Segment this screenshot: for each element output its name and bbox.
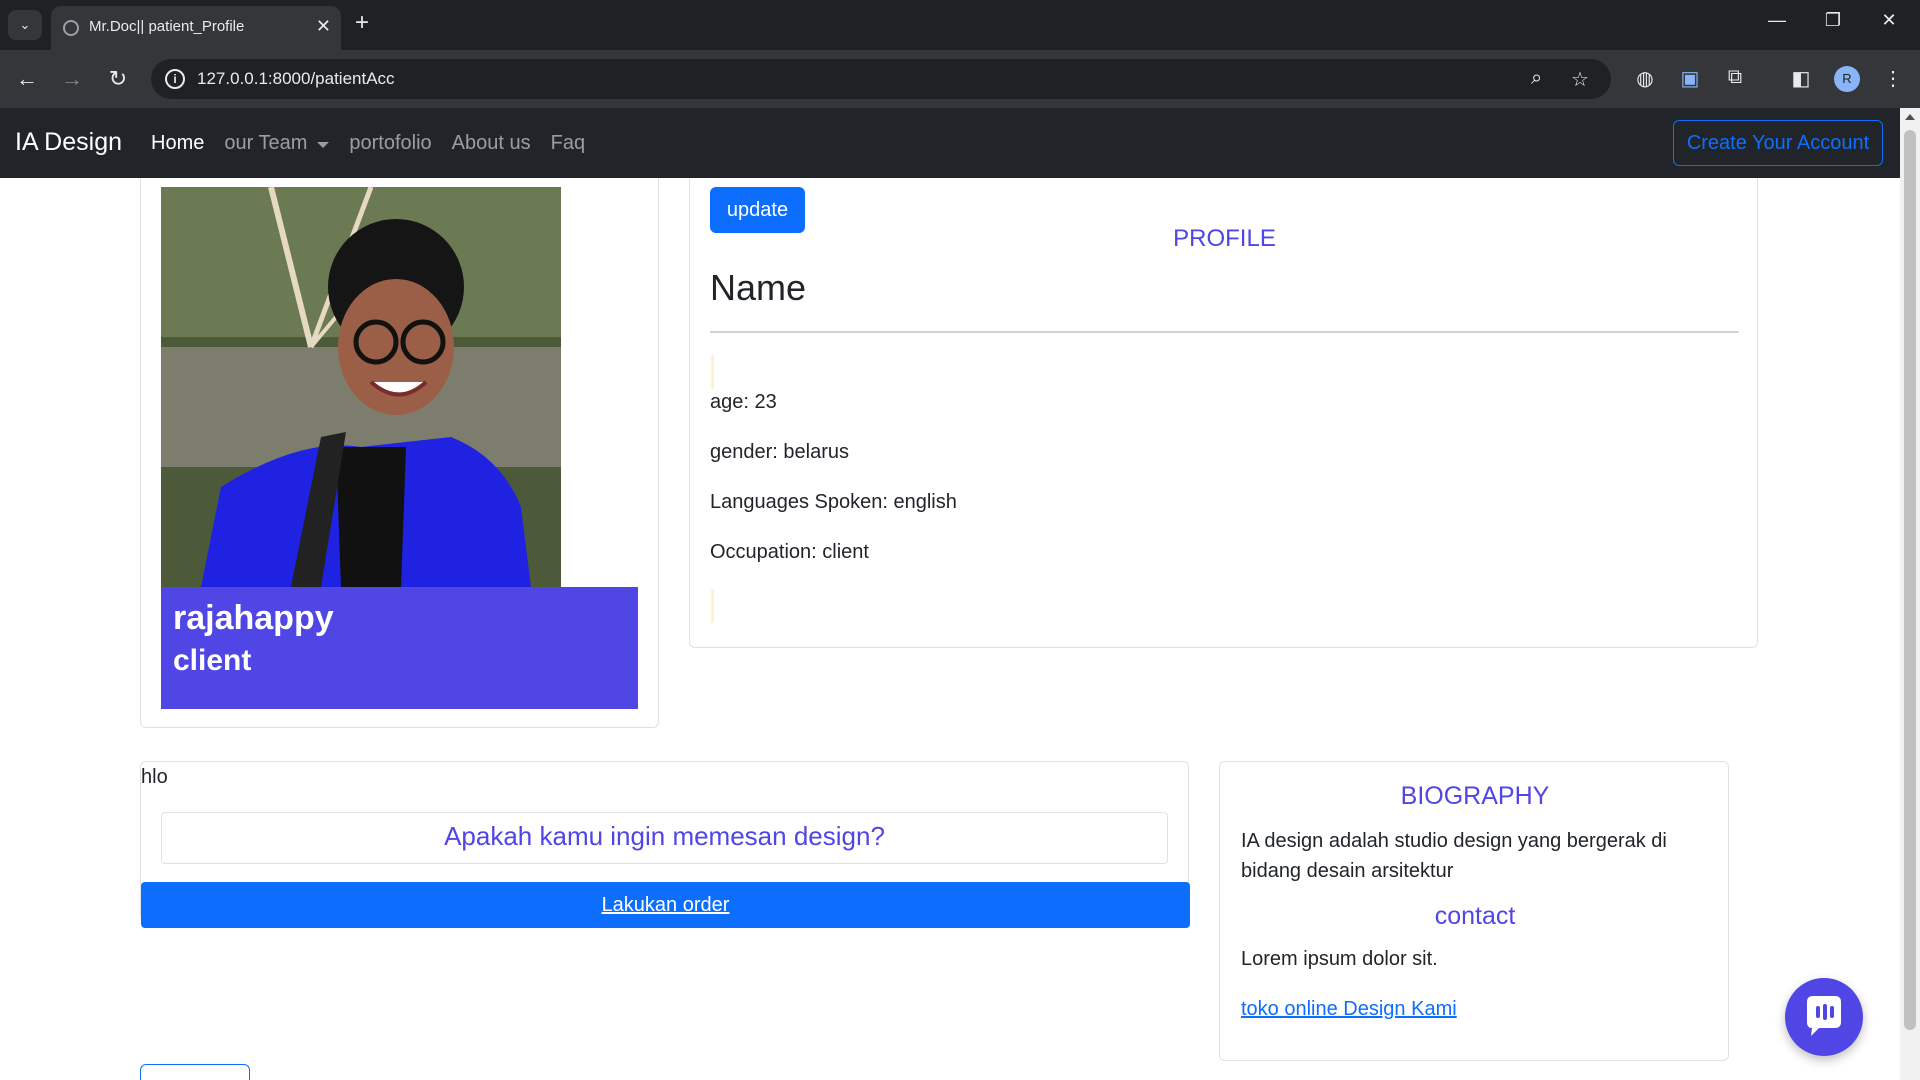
biography-text: IA design adalah studio design yang berg…	[1241, 830, 1667, 882]
menu-kebab-icon[interactable]: ⋮	[1879, 66, 1907, 91]
side-panel-icon[interactable]: ◧	[1787, 66, 1815, 91]
reload-button[interactable]: ↻	[103, 64, 133, 94]
new-tab-button[interactable]: +	[355, 11, 369, 35]
close-window-button[interactable]: ✕	[1874, 10, 1904, 31]
profile-role: client	[173, 644, 252, 677]
chat-button[interactable]	[1785, 978, 1863, 1056]
contact-text: Lorem ipsum dolor sit.	[1241, 948, 1438, 970]
contact-title: contact	[1434, 902, 1516, 930]
field-gender: gender: belarus	[710, 441, 849, 463]
translate-globe-icon[interactable]: ◍	[1631, 66, 1659, 91]
biography-title: BIOGRAPHY	[1400, 782, 1550, 810]
nav-home[interactable]: Home	[151, 132, 204, 155]
page-scrollbar[interactable]	[1900, 108, 1920, 1080]
globe-icon	[63, 20, 79, 36]
zoom-icon[interactable]: ⌕	[1531, 67, 1542, 90]
profile-avatar[interactable]: R	[1834, 66, 1860, 92]
profile-title: PROFILE	[1173, 225, 1276, 252]
scroll-thumb[interactable]	[1904, 130, 1916, 1030]
site-info-icon[interactable]: i	[165, 69, 185, 89]
browser-tab-bar: ⌄ Mr.Doc|| patient_Profile ✕ + — ❐ ✕	[0, 0, 1920, 50]
google-translate-icon[interactable]: ▣	[1676, 66, 1704, 91]
profile-username: rajahappy	[173, 599, 334, 637]
minimize-button[interactable]: —	[1762, 10, 1792, 31]
nav-our-team-dropdown[interactable]: our Team	[224, 132, 330, 155]
bookmark-star-icon[interactable]: ☆	[1571, 67, 1589, 92]
field-languages: Languages Spoken: english	[710, 491, 957, 513]
divider	[710, 331, 1739, 333]
order-note: hlo	[141, 766, 168, 788]
nav-faq[interactable]: Faq	[551, 132, 585, 155]
browser-tab[interactable]: Mr.Doc|| patient_Profile ✕	[51, 6, 341, 50]
tab-title: Mr.Doc|| patient_Profile	[89, 18, 245, 35]
close-tab-icon[interactable]: ✕	[316, 16, 331, 37]
shop-link[interactable]: toko online Design Kami	[1241, 998, 1457, 1021]
order-question: Apakah kamu ingin memesan design?	[161, 812, 1168, 864]
restore-button[interactable]: ❐	[1818, 10, 1848, 31]
tab-search-button[interactable]: ⌄	[8, 10, 42, 40]
extensions-icon[interactable]: ⧉	[1721, 66, 1749, 89]
profile-photo	[161, 187, 561, 587]
url-text[interactable]: 127.0.0.1:8000/patientAcc	[197, 69, 395, 89]
nav-about-us[interactable]: About us	[452, 132, 531, 155]
caret-down-icon	[317, 141, 330, 148]
biography-card: BIOGRAPHY IA design adalah studio design…	[1219, 761, 1729, 1061]
profile-details-card: update PROFILE Name age: 23 gender: bela…	[689, 178, 1758, 648]
blockquote-line	[711, 355, 714, 389]
nav-portofolio[interactable]: portofolio	[349, 132, 431, 155]
profile-name-box: rajahappy client	[161, 587, 638, 709]
field-age: age: 23	[710, 391, 777, 413]
name-heading: Name	[710, 267, 807, 308]
site-navbar: IA Design Home our Team portofolio About…	[0, 108, 1900, 178]
address-bar[interactable]: i 127.0.0.1:8000/patientAcc ⌕ ☆	[151, 59, 1611, 99]
nav-links: Home our Team portofolio About us Faq	[151, 132, 585, 155]
order-card: hlo Apakah kamu ingin memesan design? La…	[140, 761, 1190, 928]
create-account-button[interactable]: Create Your Account	[1673, 120, 1883, 166]
chat-icon	[1807, 996, 1841, 1036]
blockquote-line	[711, 589, 714, 623]
page-content: rajahappy client update PROFILE Name age…	[0, 178, 1900, 1080]
partial-button[interactable]	[140, 1064, 250, 1080]
back-button[interactable]: ←	[12, 64, 42, 94]
order-button[interactable]: Lakukan order	[141, 882, 1190, 928]
forward-button[interactable]: →	[57, 64, 87, 94]
scroll-up-arrow-icon[interactable]	[1905, 114, 1915, 120]
brand-logo[interactable]: IA Design	[15, 128, 122, 157]
profile-photo-card: rajahappy client	[140, 178, 659, 728]
field-occupation: Occupation: client	[710, 541, 869, 563]
nav-our-team-label: our Team	[224, 132, 308, 154]
browser-toolbar: ← → ↻ i 127.0.0.1:8000/patientAcc ⌕ ☆ ◍ …	[0, 50, 1920, 108]
